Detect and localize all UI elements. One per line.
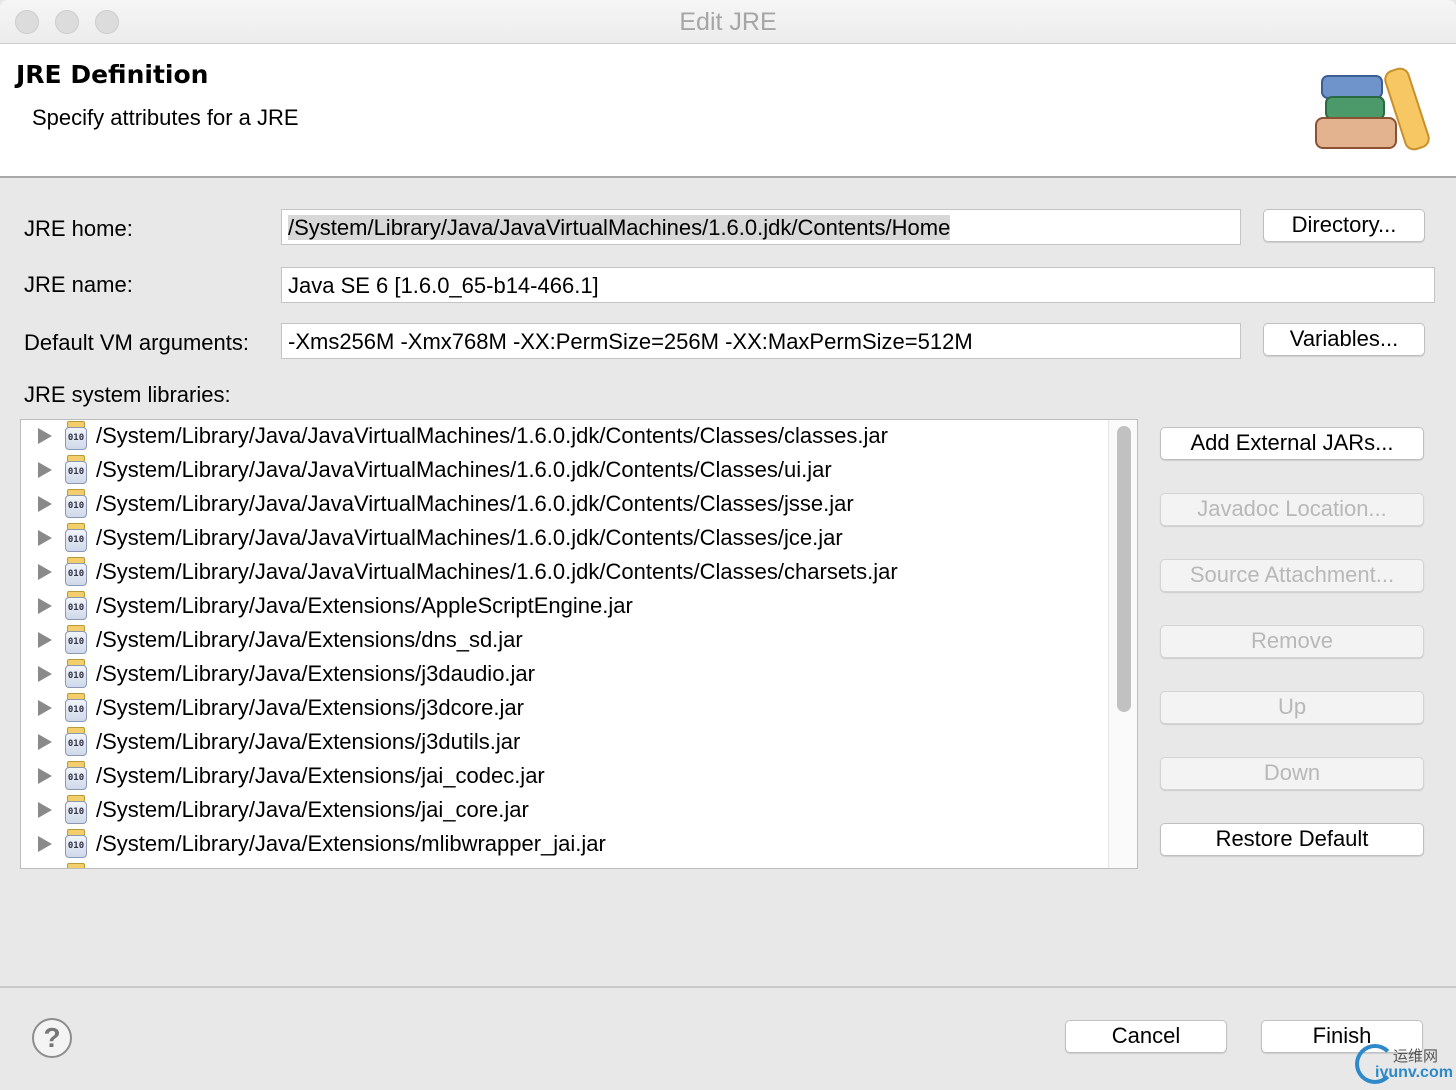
vm-arguments-input[interactable]: -Xms256M -Xmx768M -XX:PermSize=256M -XX:… <box>281 323 1241 359</box>
jre-name-label: JRE name: <box>24 272 133 297</box>
page-title: JRE Definition <box>16 60 209 89</box>
library-row[interactable]: 010/System/Library/Java/JavaVirtualMachi… <box>21 420 1111 454</box>
expand-arrow-icon[interactable] <box>38 428 52 444</box>
libraries-label: JRE system libraries: <box>24 382 231 407</box>
library-row-partial <box>21 862 1111 868</box>
expand-arrow-icon[interactable] <box>38 632 52 648</box>
jar-file-icon: 010 <box>65 523 87 553</box>
library-path: /System/Library/Java/JavaVirtualMachines… <box>96 559 898 584</box>
library-path: /System/Library/Java/JavaVirtualMachines… <box>96 491 854 516</box>
jar-file-icon: 010 <box>65 591 87 621</box>
library-path: /System/Library/Java/Extensions/AppleScr… <box>96 593 633 618</box>
up-button[interactable]: Up <box>1160 691 1424 724</box>
jar-file-icon: 010 <box>65 829 87 859</box>
dialog-footer <box>0 986 1456 1090</box>
vm-arguments-label: Default VM arguments: <box>24 330 249 355</box>
library-path: /System/Library/Java/Extensions/jai_core… <box>96 797 529 822</box>
library-row[interactable]: 010/System/Library/Java/Extensions/mlibw… <box>21 828 1111 862</box>
jar-file-icon: 010 <box>65 455 87 485</box>
jar-file-icon: 010 <box>65 795 87 825</box>
scrollbar[interactable] <box>1108 420 1137 868</box>
javadoc-location-button[interactable]: Javadoc Location... <box>1160 493 1424 526</box>
jar-file-icon: 010 <box>65 421 87 451</box>
library-row[interactable]: 010/System/Library/Java/Extensions/jai_c… <box>21 760 1111 794</box>
down-button[interactable]: Down <box>1160 757 1424 790</box>
remove-button[interactable]: Remove <box>1160 625 1424 658</box>
library-row[interactable]: 010/System/Library/Java/Extensions/j3dut… <box>21 726 1111 760</box>
expand-arrow-icon[interactable] <box>38 836 52 852</box>
jre-home-input[interactable]: /System/Library/Java/JavaVirtualMachines… <box>281 209 1241 245</box>
library-path: /System/Library/Java/JavaVirtualMachines… <box>96 525 843 550</box>
watermark-text-cn: 运维网 <box>1393 1048 1439 1065</box>
expand-arrow-icon[interactable] <box>38 598 52 614</box>
directory-button[interactable]: Directory... <box>1263 209 1425 242</box>
library-row[interactable]: 010/System/Library/Java/JavaVirtualMachi… <box>21 454 1111 488</box>
library-row[interactable]: 010/System/Library/Java/Extensions/dns_s… <box>21 624 1111 658</box>
library-path: /System/Library/Java/Extensions/j3dcore.… <box>96 695 524 720</box>
jar-file-icon: 010 <box>65 659 87 689</box>
cancel-button[interactable]: Cancel <box>1065 1020 1227 1053</box>
expand-arrow-icon[interactable] <box>38 462 52 478</box>
jar-file-icon: 010 <box>65 727 87 757</box>
expand-arrow-icon[interactable] <box>38 530 52 546</box>
window-title: Edit JRE <box>679 8 777 36</box>
libraries-tree[interactable]: 010/System/Library/Java/JavaVirtualMachi… <box>20 419 1138 869</box>
library-path: /System/Library/Java/JavaVirtualMachines… <box>96 423 888 448</box>
jre-name-input[interactable]: Java SE 6 [1.6.0_65-b14-466.1] <box>281 267 1435 303</box>
title-bar: Edit JRE <box>0 0 1456 44</box>
source-attachment-button[interactable]: Source Attachment... <box>1160 559 1424 592</box>
library-row[interactable]: 010/System/Library/Java/Extensions/jai_c… <box>21 794 1111 828</box>
scrollbar-thumb[interactable] <box>1117 426 1131 712</box>
library-path: /System/Library/Java/Extensions/jai_code… <box>96 763 545 788</box>
jar-file-icon <box>65 863 87 868</box>
expand-arrow-icon[interactable] <box>38 768 52 784</box>
jar-file-icon: 010 <box>65 557 87 587</box>
library-path: /System/Library/Java/Extensions/dns_sd.j… <box>96 627 523 652</box>
library-path: /System/Library/Java/JavaVirtualMachines… <box>96 457 832 482</box>
dialog-header: JRE Definition Specify attributes for a … <box>0 44 1456 178</box>
expand-arrow-icon[interactable] <box>38 564 52 580</box>
library-row[interactable]: 010/System/Library/Java/JavaVirtualMachi… <box>21 556 1111 590</box>
restore-default-button[interactable]: Restore Default <box>1160 823 1424 856</box>
library-books-icon <box>1315 67 1430 151</box>
jar-file-icon: 010 <box>65 625 87 655</box>
watermark-logo: 运维网 iyunv.com <box>1355 1042 1455 1088</box>
library-path: /System/Library/Java/Extensions/j3daudio… <box>96 661 535 686</box>
jar-file-icon: 010 <box>65 489 87 519</box>
jar-file-icon: 010 <box>65 761 87 791</box>
watermark-text-url: iyunv.com <box>1375 1064 1453 1081</box>
library-row[interactable]: 010/System/Library/Java/JavaVirtualMachi… <box>21 488 1111 522</box>
expand-arrow-icon[interactable] <box>38 666 52 682</box>
page-subtitle: Specify attributes for a JRE <box>32 105 299 130</box>
expand-arrow-icon[interactable] <box>38 734 52 750</box>
library-row[interactable]: 010/System/Library/Java/Extensions/j3dau… <box>21 658 1111 692</box>
jre-home-label: JRE home: <box>24 216 133 241</box>
variables-button[interactable]: Variables... <box>1263 323 1425 356</box>
expand-arrow-icon[interactable] <box>38 496 52 512</box>
library-row[interactable]: 010/System/Library/Java/Extensions/Apple… <box>21 590 1111 624</box>
jar-file-icon: 010 <box>65 693 87 723</box>
jre-home-value: /System/Library/Java/JavaVirtualMachines… <box>288 215 951 240</box>
library-path: /System/Library/Java/Extensions/mlibwrap… <box>96 831 606 856</box>
library-row[interactable]: 010/System/Library/Java/JavaVirtualMachi… <box>21 522 1111 556</box>
library-path: /System/Library/Java/Extensions/j3dutils… <box>96 729 521 754</box>
help-button[interactable]: ? <box>32 1018 72 1058</box>
expand-arrow-icon[interactable] <box>38 700 52 716</box>
expand-arrow-icon[interactable] <box>38 802 52 818</box>
library-row[interactable]: 010/System/Library/Java/Extensions/j3dco… <box>21 692 1111 726</box>
add-external-jars-button[interactable]: Add External JARs... <box>1160 427 1424 460</box>
